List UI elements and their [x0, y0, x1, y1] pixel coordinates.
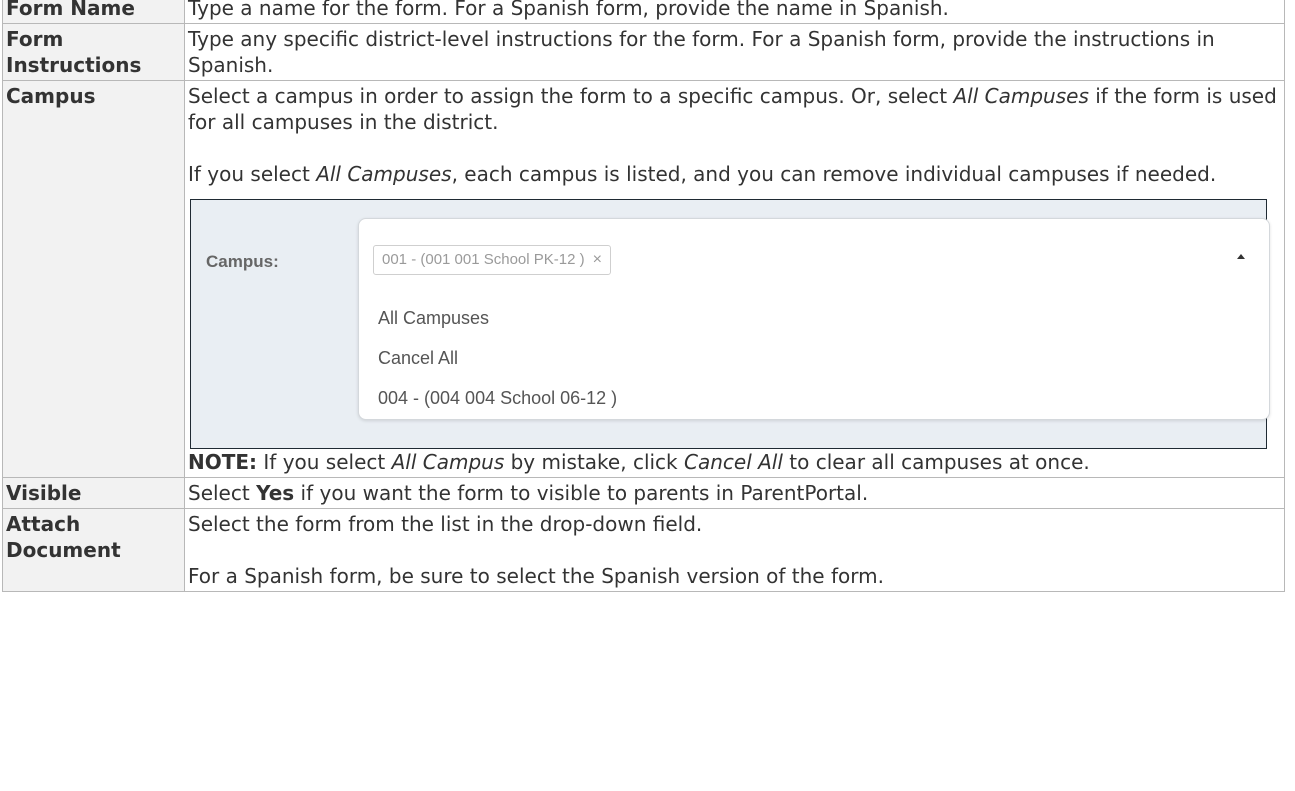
text-run: Select — [188, 481, 257, 505]
bold-yes: Yes — [256, 481, 295, 505]
option-cancel-all[interactable]: Cancel All — [378, 345, 458, 371]
campus-selector-screenshot: Campus: 001 - (001 001 School PK-12 ) × A… — [190, 199, 1270, 449]
row-label-visible: Visible — [2, 477, 185, 509]
row-label-attach-document: Attach Document — [2, 508, 185, 592]
campus-note: NOTE: If you select All Campus by mistak… — [188, 449, 1282, 475]
table-row-form-name: Form Name Type a name for the form. For … — [2, 0, 1285, 24]
row-label-campus: Campus — [2, 80, 185, 478]
text-run: Select a campus in order to assign the f… — [188, 84, 954, 108]
caret-up-icon[interactable] — [1237, 254, 1245, 259]
text-run: to clear all campuses at once. — [782, 450, 1090, 474]
note-label: NOTE: — [188, 450, 258, 474]
field-description-table: Form Name Type a name for the form. For … — [2, 0, 1285, 592]
text-run: by mistake, click — [504, 450, 684, 474]
label-line-1: Form — [6, 27, 64, 51]
text-run: If you select — [188, 162, 317, 186]
attach-paragraph-2: For a Spanish form, be sure to select th… — [188, 564, 884, 588]
option-all-campuses[interactable]: All Campuses — [378, 305, 489, 331]
row-description-attach-document: Select the form from the list in the dro… — [184, 508, 1285, 592]
selected-campus-chip[interactable]: 001 - (001 001 School PK-12 ) × — [373, 245, 611, 275]
label-line-2: Document — [6, 538, 121, 562]
table-row-campus: Campus Select a campus in order to assig… — [2, 80, 1285, 478]
emphasis-all-campuses: All Campuses — [316, 162, 452, 186]
option-campus-004[interactable]: 004 - (004 004 School 06-12 ) — [378, 385, 617, 411]
text-run: If you select — [257, 450, 392, 474]
row-description-campus: Select a campus in order to assign the f… — [184, 80, 1285, 478]
row-description-visible: Select Yes if you want the form to visib… — [184, 477, 1285, 509]
remove-chip-icon[interactable]: × — [593, 251, 602, 268]
text-run: if you want the form to visible to paren… — [294, 481, 869, 505]
label-line-2: Instructions — [6, 53, 142, 77]
row-label-form-name: Form Name — [2, 0, 185, 24]
campus-dropdown[interactable]: 001 - (001 001 School PK-12 ) × All Campu… — [358, 218, 1270, 420]
row-description-form-name: Type a name for the form. For a Spanish … — [184, 0, 1285, 24]
emphasis-cancel-all: Cancel All — [684, 450, 783, 474]
table-row-visible: Visible Select Yes if you want the form … — [2, 477, 1285, 509]
row-label-form-instructions: Form Instructions — [2, 23, 185, 81]
label-line-1: Attach — [6, 512, 81, 536]
emphasis-all-campuses: All Campuses — [953, 84, 1089, 108]
text-run: , each campus is listed, and you can rem… — [451, 162, 1217, 186]
chip-text: 001 - (001 001 School PK-12 ) — [382, 251, 585, 268]
emphasis-all-campus: All Campus — [391, 450, 505, 474]
attach-paragraph-1: Select the form from the list in the dro… — [188, 512, 703, 536]
table-row-form-instructions: Form Instructions Type any specific distr… — [2, 23, 1285, 81]
campus-paragraph-1: Select a campus in order to assign the f… — [188, 83, 1282, 135]
campus-field-label: Campus: — [206, 252, 279, 271]
row-description-form-instructions: Type any specific district-level instruc… — [184, 23, 1285, 81]
campus-paragraph-2: If you select All Campuses, each campus … — [188, 161, 1282, 187]
table-row-attach-document: Attach Document Select the form from the … — [2, 508, 1285, 592]
